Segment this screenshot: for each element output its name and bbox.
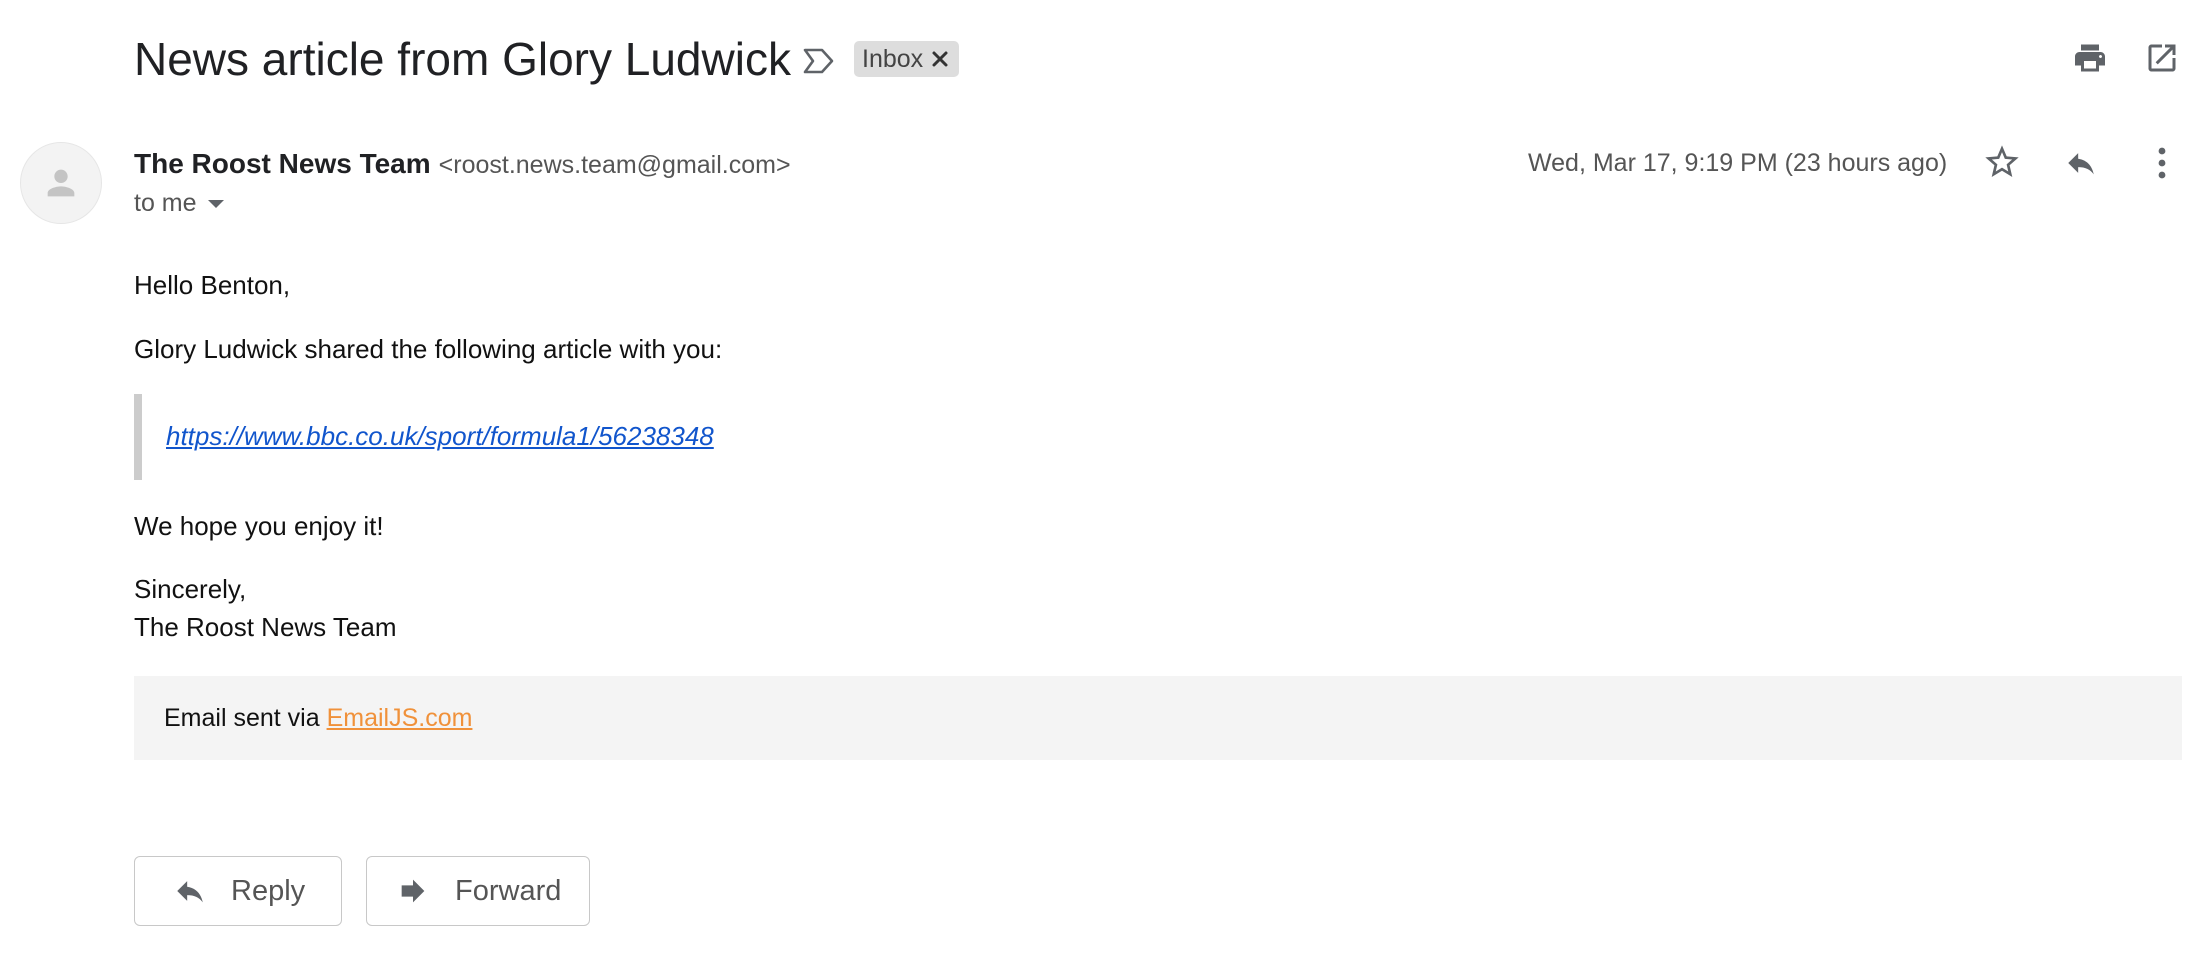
message-date: Wed, Mar 17, 9:19 PM (23 hours ago) bbox=[1528, 149, 1948, 177]
forward-icon bbox=[401, 879, 425, 903]
sender-line: The Roost News Team <roost.news.team@gma… bbox=[134, 148, 791, 180]
avatar bbox=[20, 142, 102, 224]
star-icon[interactable] bbox=[1982, 142, 2022, 182]
reply-icon[interactable] bbox=[2062, 146, 2100, 180]
sender-name: The Roost News Team bbox=[134, 148, 431, 179]
sender-email: <roost.news.team@gmail.com> bbox=[438, 151, 791, 179]
shared-text: Glory Ludwick shared the following artic… bbox=[134, 334, 723, 364]
email-subject: News article from Glory Ludwick bbox=[134, 33, 791, 85]
reply-button-label: Reply bbox=[231, 874, 306, 907]
recipient-dropdown[interactable]: to me bbox=[134, 189, 225, 218]
inbox-label-text: Inbox bbox=[862, 44, 924, 73]
emailjs-link[interactable]: EmailJS.com bbox=[327, 704, 473, 732]
sign-off-text: Sincerely, bbox=[134, 574, 247, 604]
label-icon[interactable] bbox=[802, 44, 836, 78]
more-vert-icon[interactable] bbox=[2150, 144, 2174, 182]
reply-icon bbox=[177, 881, 203, 903]
close-icon[interactable] bbox=[931, 50, 949, 68]
enjoy-text: We hope you enjoy it! bbox=[134, 511, 384, 541]
forward-button[interactable]: Forward bbox=[366, 856, 590, 926]
signature-text: The Roost News Team bbox=[134, 612, 397, 642]
article-link[interactable]: https://www.bbc.co.uk/sport/formula1/562… bbox=[166, 421, 714, 452]
open-in-new-window-icon[interactable] bbox=[2144, 40, 2180, 76]
avatar-person-icon bbox=[47, 169, 75, 197]
forward-button-label: Forward bbox=[455, 874, 562, 907]
footer-text: Email sent via EmailJS.com bbox=[164, 704, 472, 733]
footer-prefix: Email sent via bbox=[164, 704, 327, 732]
chevron-down-icon[interactable] bbox=[207, 199, 225, 209]
print-icon[interactable] bbox=[2072, 40, 2108, 76]
greeting-text: Hello Benton, bbox=[134, 270, 291, 300]
recipient-label: to me bbox=[134, 189, 197, 217]
inbox-label-chip: Inbox bbox=[854, 41, 960, 77]
reply-button[interactable]: Reply bbox=[134, 856, 342, 926]
quote-bar bbox=[134, 394, 142, 480]
